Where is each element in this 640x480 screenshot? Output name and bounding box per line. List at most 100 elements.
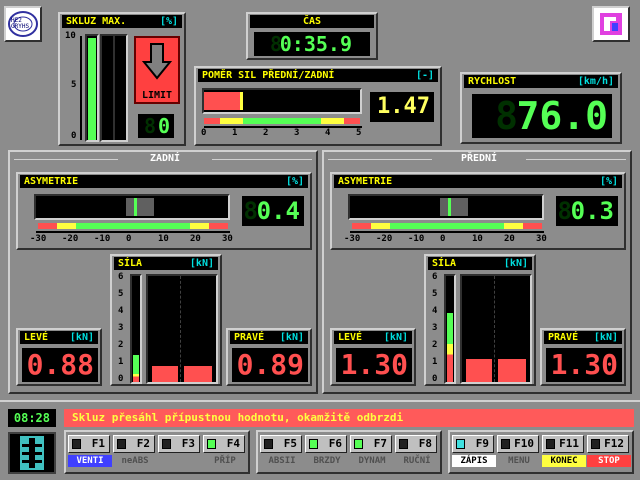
- front-asym-tick: 10: [472, 234, 483, 244]
- fkey-label: neABS: [121, 456, 149, 466]
- status-message: Skluz přesáhl přípustnou hodnotu, okamži…: [72, 411, 404, 424]
- time-value: 0:35.9: [279, 32, 352, 56]
- front-force-mini-fill: [447, 313, 453, 382]
- slip-unit: [%]: [159, 16, 178, 27]
- fkey-f10-button[interactable]: F10: [497, 435, 539, 453]
- time-panel: ČAS 8 0:35.9: [246, 12, 378, 60]
- front-force-bars: [460, 274, 532, 384]
- front-asym-title: ASYMETRIE: [338, 176, 393, 187]
- slip-bar-fill: [88, 38, 96, 140]
- front-left-display: 1.30: [336, 348, 412, 382]
- rear-left-title: LEVÉ: [24, 332, 49, 343]
- rear-right-bar: [184, 366, 212, 382]
- front-section-title: PŘEDNÍ: [434, 152, 524, 166]
- rear-section-title: ZADNÍ: [120, 152, 210, 166]
- fkey-f8-button[interactable]: F8: [395, 435, 437, 453]
- fkey-f6-button[interactable]: F6: [305, 435, 347, 453]
- fkey-key: F6: [328, 437, 342, 450]
- fkey-label: BRZDY: [313, 456, 341, 466]
- rear-right-title: PRAVÉ: [234, 332, 265, 343]
- fkey-indicator: [399, 439, 408, 449]
- front-left-value: 1.30: [340, 348, 408, 381]
- rear-asym-tick: 0: [126, 234, 132, 244]
- front-force-tick: 1: [432, 357, 438, 367]
- fkey-label: PŘÍP: [214, 456, 236, 466]
- rear-asym-tick: 10: [158, 234, 169, 244]
- rear-force-tick: 6: [118, 272, 124, 282]
- rear-left-display: 0.88: [22, 348, 98, 382]
- rear-asym-marker: [134, 198, 137, 216]
- fkey-indicator: [501, 439, 510, 449]
- fkey-indicator: [207, 439, 216, 449]
- front-left-unit: [kN]: [383, 332, 408, 343]
- time-title: ČAS: [302, 16, 322, 27]
- ratio-scale-colors: [204, 118, 360, 124]
- slip-gauge-2: [100, 34, 128, 142]
- track-icon: [20, 436, 44, 470]
- fkey-f3-button[interactable]: F3: [158, 435, 200, 453]
- ratio-tick: 2: [263, 128, 269, 138]
- rear-asym-header: ASYMETRIE [%]: [20, 175, 308, 188]
- brand-icon: [600, 13, 622, 35]
- rear-right-value: 0.89: [236, 348, 304, 381]
- arrow-down-icon: [141, 43, 173, 80]
- front-asym-tick: 20: [504, 234, 515, 244]
- rear-asym-tick: -20: [62, 234, 79, 244]
- ratio-tick: 1: [232, 128, 238, 138]
- rear-asym-title: ASYMETRIE: [24, 176, 79, 187]
- slip-gauge: [85, 34, 99, 142]
- rear-left-bar: [152, 366, 178, 382]
- rear-force-tick: 0: [118, 374, 124, 384]
- fkey-f9-button[interactable]: F9: [452, 435, 494, 453]
- front-right-value: 1.30: [550, 348, 618, 381]
- fkey-f12-button[interactable]: F12: [587, 435, 629, 453]
- fkey-label: [158, 455, 202, 467]
- fkey-indicator: [309, 439, 318, 449]
- fkey-key: F11: [559, 437, 579, 450]
- front-asym-gauge: [348, 194, 544, 220]
- app-icon[interactable]: [592, 6, 630, 42]
- nav-icon[interactable]: [8, 432, 56, 474]
- speed-header: RYCHLOST [km/h]: [464, 75, 618, 88]
- fkey-f4-button[interactable]: F4: [203, 435, 245, 453]
- rear-asym-tick: -10: [94, 234, 111, 244]
- rear-force-header: SÍLA [kN]: [114, 257, 218, 270]
- front-section: PŘEDNÍ ASYMETRIE [%] -30 -20 -10 0 10 20 30 8 0.…: [322, 150, 632, 394]
- slip-header: SKLUZ MAX. [%]: [62, 15, 182, 28]
- fkey-key: F8: [418, 437, 432, 450]
- fkey-key: F12: [604, 437, 624, 450]
- front-left-bar: [466, 359, 492, 382]
- fkey-f2-button[interactable]: F2: [113, 435, 155, 453]
- rear-force-tick: 3: [118, 323, 124, 333]
- status-clock-value: 08:28: [13, 411, 50, 425]
- slip-limit-button[interactable]: LIMIT: [134, 36, 180, 104]
- fkey-f7-button[interactable]: F7: [350, 435, 392, 453]
- fkey-f11-button[interactable]: F11: [542, 435, 584, 453]
- front-right-panel: PRAVÉ [kN] 1.30: [540, 328, 626, 386]
- front-force-header: SÍLA [kN]: [428, 257, 532, 270]
- rear-asym-tick: 30: [222, 234, 233, 244]
- ratio-unit: [-]: [415, 70, 434, 81]
- slip-counter: 80: [138, 114, 174, 138]
- rear-asym-unit: [%]: [285, 176, 304, 187]
- fkey-label: MENU: [508, 456, 530, 466]
- fkey-label: RUČNÍ: [403, 456, 431, 466]
- front-asym-scale-colors: [352, 223, 542, 229]
- front-right-display: 1.30: [546, 348, 622, 382]
- front-asym-tick: 0: [440, 234, 446, 244]
- rear-left-header: LEVÉ [kN]: [20, 331, 98, 344]
- fkey-indicator: [546, 439, 555, 449]
- fkey-key: F1: [91, 437, 105, 450]
- rear-asym-gauge: [34, 194, 230, 220]
- fkey-f5-button[interactable]: F5: [260, 435, 302, 453]
- time-header: ČAS: [250, 15, 374, 28]
- front-force-tick: 0: [432, 374, 438, 384]
- fkey-f1-button[interactable]: F1: [68, 435, 110, 453]
- fkey-label: DYNAM: [358, 456, 386, 466]
- front-asym-tick: -10: [408, 234, 425, 244]
- fkey-label: KONEC: [542, 455, 586, 467]
- rear-force-title: SÍLA: [118, 258, 143, 269]
- rear-force-tick: 4: [118, 306, 124, 316]
- front-force-tick: 6: [432, 272, 438, 282]
- front-asym-marker: [448, 198, 451, 216]
